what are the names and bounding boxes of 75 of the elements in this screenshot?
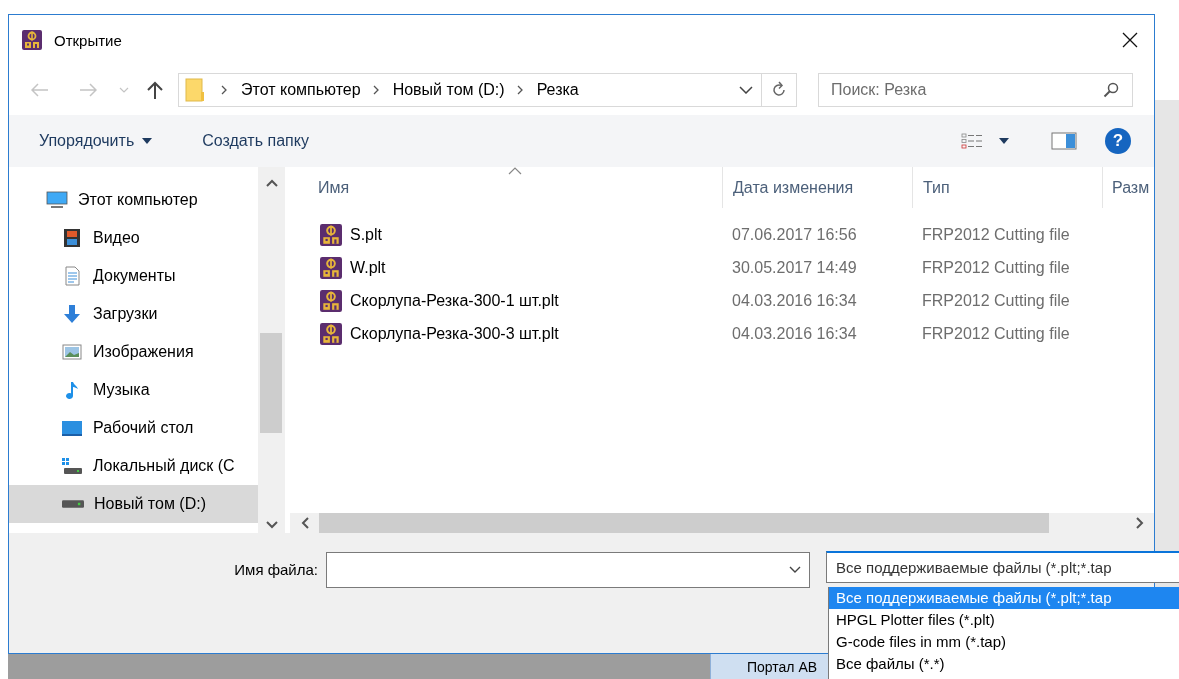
scroll-left-icon[interactable] [301,517,309,529]
file-name-item[interactable]: W.plt [290,256,722,279]
drive-icon [61,456,83,476]
dropdown-chevron-icon[interactable] [789,566,801,574]
column-header[interactable]: Разм [1102,167,1154,208]
file-type-dropdown[interactable]: Все поддерживаемые файлы (*.plt;*.tap [826,551,1179,583]
film-icon [61,228,83,248]
dropdown-option[interactable]: HPGL Plotter files (*.plt) [829,609,1179,631]
dropdown-option[interactable]: Все поддерживаемые файлы (*.plt;*.tap [829,587,1179,609]
file-name-label: Имя файла: [233,560,318,580]
column-header[interactable]: Дата изменения [722,167,912,208]
navigation-item[interactable]: Загрузки [9,295,258,333]
scroll-down-icon[interactable] [265,521,278,529]
desktop-icon [61,418,83,438]
scroll-thumb[interactable] [319,513,1049,533]
computer-icon [46,190,68,210]
navigation-item[interactable]: Видео [9,219,258,257]
file-icon [320,223,342,246]
date-cell-text: 04.03.2016 16:34 [731,324,858,343]
column-header[interactable]: Тип [912,167,1102,208]
navigation-item[interactable]: Изображения [9,333,258,371]
background-label: Портал АВ [747,658,818,675]
file-name-field[interactable] [326,552,810,588]
column-header[interactable]: Имя [290,167,722,208]
file-name-item[interactable]: S.plt [290,223,722,246]
search-icon [1103,82,1119,98]
dropdown-option[interactable]: Все файлы (*.*) [829,653,1179,675]
back-arrow-icon [31,83,49,97]
navigation-item[interactable]: Локальный диск (С [9,447,258,485]
refresh-icon[interactable] [771,81,787,99]
date-cell-text: 07.06.2017 16:56 [731,225,858,244]
vertical-scrollbar[interactable] [258,167,285,533]
up-arrow-icon [147,81,163,99]
help-button[interactable]: ? [1105,128,1131,154]
horizontal-scrollbar[interactable] [290,513,1154,533]
chevron-icon [372,85,379,95]
breadcrumb[interactable]: Резка [536,81,579,99]
breadcrumb[interactable]: Этот компьютер [241,81,361,99]
file-name-item[interactable]: Скорлупа-Резка-300-1 шт.plt [290,289,722,312]
scroll-thumb[interactable] [260,333,282,433]
type-cell-text: FRP2012 Cutting file [921,258,1071,277]
scroll-up-icon[interactable] [265,179,278,187]
navigation-item[interactable]: Рабочий стол [9,409,258,447]
close-icon [1122,32,1138,48]
date-cell-text: 04.03.2016 16:34 [731,291,858,310]
address-bar[interactable]: Этот компьютер Новый том (D:) Резка [178,73,797,107]
navigation-item[interactable]: Документы [9,257,258,295]
scroll-right-icon[interactable] [1136,517,1144,529]
navigation-item[interactable]: Музыка [9,371,258,409]
file-name-item[interactable]: Скорлупа-Резка-300-3 шт.plt [290,322,722,345]
download-arrow-icon [61,304,83,324]
breadcrumb[interactable]: Новый том (D:) [392,81,505,99]
navigation-item[interactable]: Новый том (D:) [9,485,258,523]
dropdown-option[interactable]: G-code files in mm (*.tap) [829,631,1179,653]
file-icon [320,322,342,345]
type-cell-text: FRP2012 Cutting file [921,225,1071,244]
file-icon [320,256,342,279]
type-cell-text: FRP2012 Cutting file [921,324,1071,343]
type-cell-text: FRP2012 Cutting file [921,291,1071,310]
folder-icon [185,78,205,102]
caret-icon [142,138,153,144]
organize-button[interactable]: Упорядочить [30,126,162,156]
new-folder-button[interactable]: Создать папку [193,126,318,156]
chevron-icon [221,85,227,95]
search-field[interactable]: Поиск: Резка [818,73,1133,107]
chevron-icon [516,85,523,95]
date-cell-text: 30.05.2017 14:49 [731,258,858,277]
dropdown-chevron-icon[interactable] [739,86,753,94]
app-icon [22,30,42,50]
file-icon [320,289,342,312]
navigation-item[interactable]: Этот компьютер [9,181,258,219]
picture-icon [61,342,83,362]
chevron-down-icon [119,87,129,93]
forward-arrow-icon [79,83,97,97]
window-title: Открытие [54,31,122,49]
